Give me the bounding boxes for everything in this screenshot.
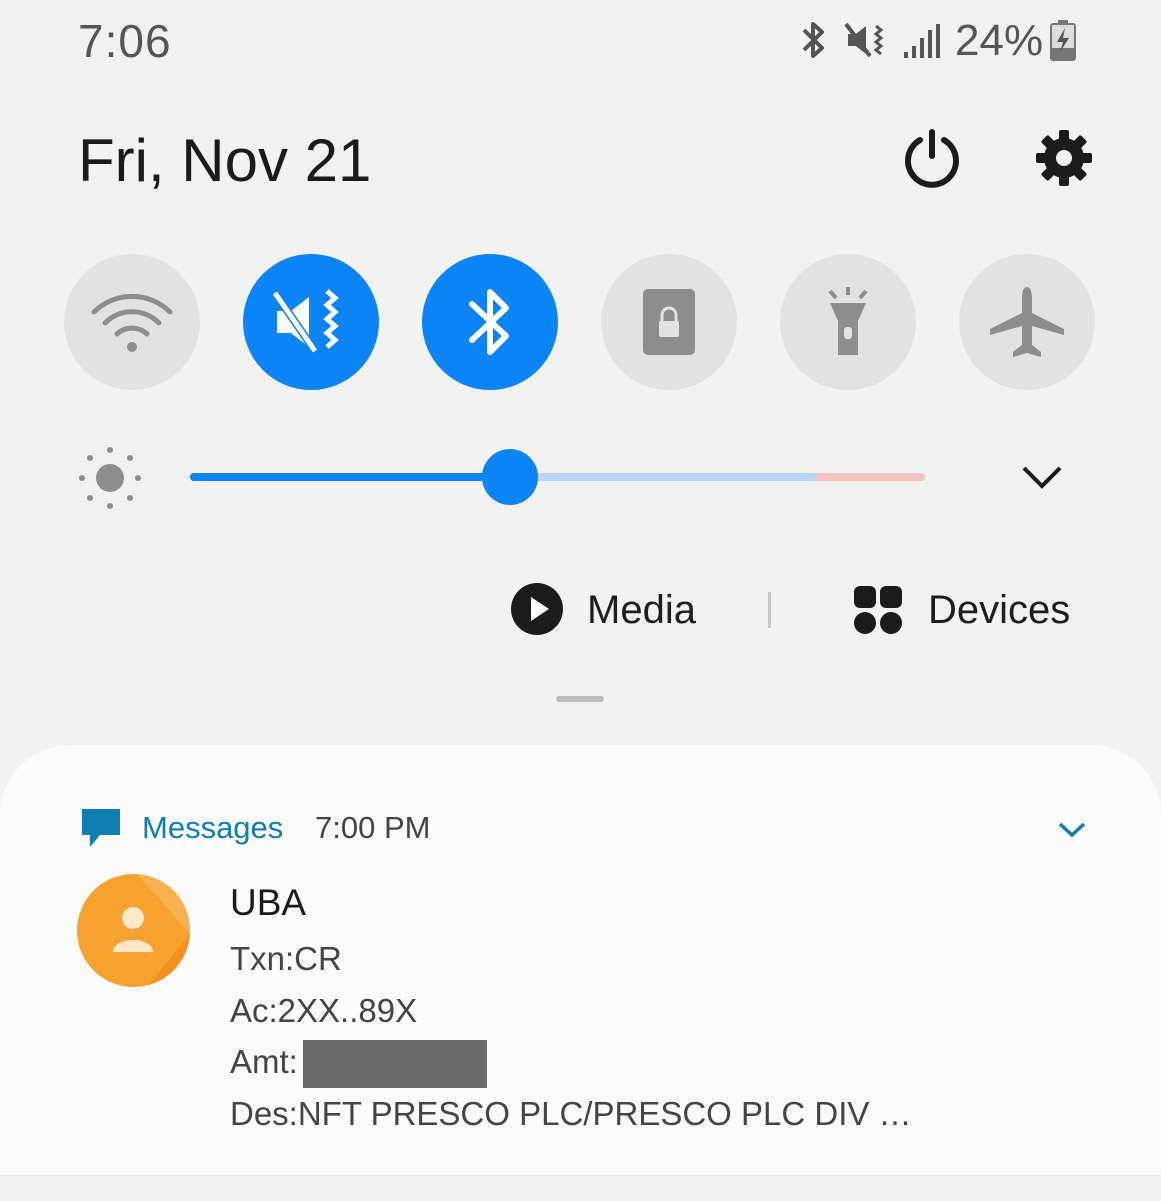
- wifi-icon: [91, 293, 173, 352]
- brightness-slider-thumb[interactable]: [481, 449, 538, 505]
- chevron-down-icon: [1022, 466, 1062, 489]
- flashlight-icon: [828, 287, 868, 355]
- devices-grid-icon: [854, 586, 902, 634]
- airplane-icon: [990, 287, 1064, 357]
- sound-mode-toggle[interactable]: [243, 254, 379, 390]
- notification-sender: UBA: [230, 882, 307, 923]
- redacted-amount: [303, 1040, 487, 1088]
- chevron-down-icon: [1058, 822, 1086, 838]
- bluetooth-toggle[interactable]: [422, 254, 558, 390]
- avatar: [77, 874, 190, 987]
- media-label: Media: [587, 588, 696, 632]
- notification-line-account: Ac:2XX..89X: [230, 992, 418, 1029]
- power-button[interactable]: [892, 118, 972, 198]
- notification-expand-button[interactable]: [1032, 790, 1112, 870]
- message-icon: [82, 809, 120, 847]
- mute-vibrate-icon: [271, 289, 339, 354]
- notification-line-description: Des:NFT PRESCO PLC/PRESCO PLC DIV …: [230, 1095, 912, 1132]
- rotation-lock-toggle[interactable]: [601, 254, 737, 390]
- play-icon: [511, 583, 563, 635]
- battery-charging-icon: [1050, 20, 1076, 61]
- notification-line-amount: Amt:: [230, 1043, 298, 1080]
- bluetooth-icon: [802, 22, 824, 58]
- notification-time: 7:00 PM: [315, 810, 431, 845]
- devices-label: Devices: [928, 588, 1071, 632]
- panel-handle[interactable]: [556, 696, 604, 702]
- notification-line-txn: Txn:CR: [230, 940, 342, 977]
- sun-icon: [79, 447, 141, 509]
- settings-gear-icon: [1036, 130, 1092, 186]
- battery-percent: 24%: [955, 16, 1044, 65]
- mute-vibrate-icon: [844, 22, 884, 58]
- divider: [768, 592, 771, 628]
- flashlight-toggle[interactable]: [780, 254, 916, 390]
- lock-icon: [643, 289, 695, 355]
- wifi-toggle[interactable]: [64, 254, 200, 390]
- status-time: 7:06: [78, 15, 172, 67]
- notification-app-name: Messages: [142, 810, 284, 845]
- person-icon: [77, 874, 190, 987]
- brightness-fill: [190, 473, 510, 481]
- settings-button[interactable]: [1024, 118, 1104, 198]
- signal-icon: [904, 24, 940, 58]
- expand-button[interactable]: [1002, 438, 1082, 518]
- panel-bottom: [0, 1175, 1161, 1201]
- date-label: Fri, Nov 21: [78, 127, 372, 194]
- bluetooth-icon: [469, 289, 509, 355]
- brightness-high-zone: [815, 473, 925, 481]
- airplane-mode-toggle[interactable]: [959, 254, 1095, 390]
- power-icon: [905, 129, 959, 188]
